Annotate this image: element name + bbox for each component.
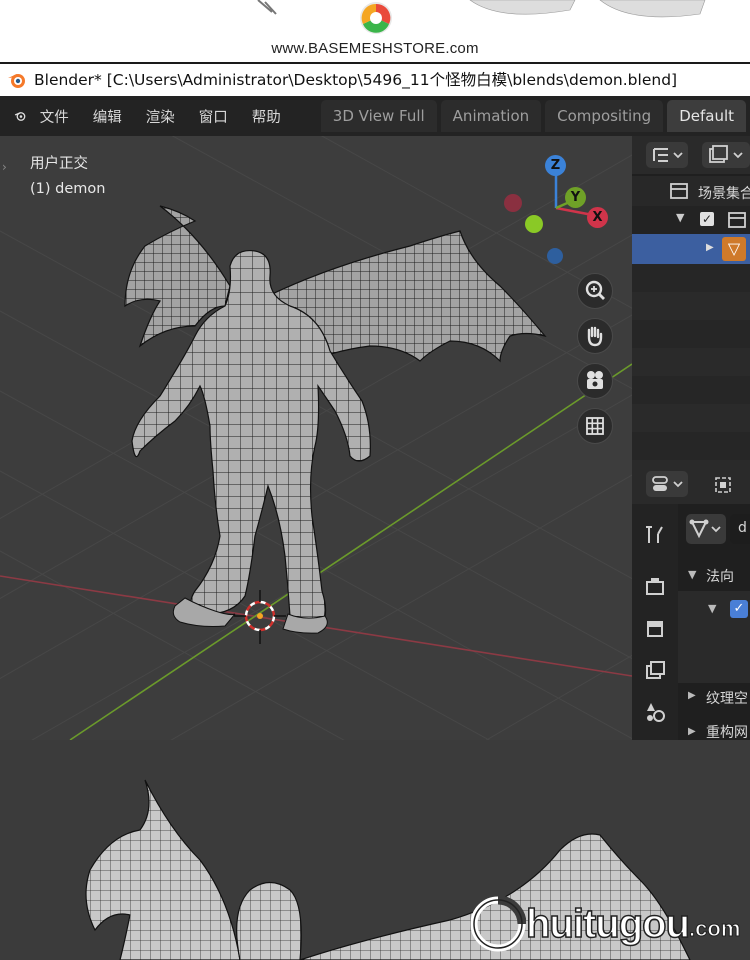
huitugou-logo-icon bbox=[470, 896, 526, 952]
site-url: www.BASEMESHSTORE.com bbox=[271, 40, 479, 57]
menu-render[interactable]: 渲染 bbox=[146, 106, 175, 127]
top-menubar: 文件 编辑 渲染 窗口 帮助 3D View Full Animation Co… bbox=[0, 96, 750, 136]
camera-icon bbox=[587, 371, 603, 389]
object-name-value: d bbox=[738, 520, 747, 536]
menu-edit[interactable]: 编辑 bbox=[93, 106, 122, 127]
collection-visible-checkbox[interactable]: ✓ bbox=[700, 212, 714, 226]
zoom-button[interactable] bbox=[577, 273, 613, 309]
navigation-gizmo bbox=[504, 170, 599, 264]
outliner-filter-button[interactable] bbox=[702, 142, 750, 168]
view-layer-tab-icon[interactable] bbox=[642, 658, 668, 684]
expand-arrow-icon[interactable]: ▼ bbox=[708, 602, 716, 615]
outliner-display-mode-button[interactable] bbox=[646, 142, 688, 168]
window-title: Blender* [C:\Users\Administrator\Desktop… bbox=[34, 71, 678, 89]
site-banner: www.BASEMESHSTORE.com bbox=[0, 0, 750, 62]
expand-arrow-icon[interactable]: ▶ bbox=[688, 726, 696, 737]
zoom-icon bbox=[585, 280, 605, 300]
toolbar-expand-arrow-icon[interactable]: › bbox=[2, 160, 7, 174]
expand-arrow-icon[interactable]: ▶ bbox=[706, 242, 714, 253]
tab-animation[interactable]: Animation bbox=[440, 100, 542, 132]
collection-icon bbox=[728, 212, 746, 228]
preview-render: huitugou .com bbox=[0, 740, 750, 960]
output-tab-icon[interactable] bbox=[642, 616, 668, 642]
grid-icon bbox=[586, 417, 604, 435]
texture-space-section-label[interactable]: 纹理空 bbox=[706, 688, 748, 708]
huitugou-watermark: huitugou .com bbox=[470, 894, 741, 954]
gizmo-z-axis[interactable]: Z bbox=[545, 155, 566, 176]
watermark-suffix: .com bbox=[689, 916, 741, 942]
mesh-object-icon: ▽ bbox=[722, 237, 746, 261]
image-stack-icon bbox=[709, 145, 743, 163]
menu-file[interactable]: 文件 bbox=[40, 106, 69, 127]
object-data-dropdown[interactable] bbox=[686, 514, 726, 544]
right-panel: 场景集合 ▼ ✓ ▶ ▽ d ▼ 法向 ▼ ✓ ▶ 纹理空 ▶ 重构网 bbox=[632, 136, 750, 740]
expand-arrow-icon[interactable]: ▶ bbox=[688, 690, 696, 701]
camera-view-button[interactable] bbox=[577, 363, 613, 399]
window-titlebar: Blender* [C:\Users\Administrator\Desktop… bbox=[0, 64, 750, 94]
menu-help[interactable]: 帮助 bbox=[252, 106, 281, 127]
scene-tab-icon[interactable] bbox=[642, 699, 668, 725]
frame-select-icon[interactable] bbox=[712, 474, 734, 496]
tab-default[interactable]: Default bbox=[667, 100, 746, 132]
render-tab-icon[interactable] bbox=[642, 574, 668, 600]
outliner-empty-area bbox=[632, 264, 750, 464]
blender-logo-icon[interactable] bbox=[14, 105, 26, 127]
properties-icon bbox=[652, 476, 683, 491]
tab-compositing[interactable]: Compositing bbox=[545, 100, 664, 132]
pan-button[interactable] bbox=[577, 318, 613, 354]
properties-editor-type-button[interactable] bbox=[646, 471, 688, 497]
expand-arrow-icon[interactable]: ▼ bbox=[688, 568, 696, 581]
3d-viewport[interactable]: 用户正交 (1) demon Z Y X › bbox=[0, 136, 632, 740]
normals-section-label[interactable]: 法向 bbox=[706, 566, 734, 586]
tab-3d-view-full[interactable]: 3D View Full bbox=[320, 100, 437, 132]
gizmo-y-axis[interactable]: Y bbox=[565, 187, 586, 208]
basemeshstore-logo-icon bbox=[360, 2, 392, 34]
outliner-list-icon bbox=[653, 148, 683, 162]
object-label: (1) demon bbox=[30, 181, 106, 197]
collection-icon bbox=[670, 183, 688, 199]
perspective-toggle-button[interactable] bbox=[577, 408, 613, 444]
auto-smooth-checkbox[interactable]: ✓ bbox=[730, 600, 748, 618]
hand-icon bbox=[587, 326, 603, 347]
viewport-canvas bbox=[0, 136, 632, 740]
blender-app-icon bbox=[8, 74, 25, 88]
tool-tab-icon[interactable] bbox=[642, 522, 668, 548]
view-name-label: 用户正交 bbox=[30, 156, 88, 172]
gizmo-x-axis[interactable]: X bbox=[587, 207, 608, 228]
watermark-brand: huitugou bbox=[525, 901, 691, 947]
menu-window[interactable]: 窗口 bbox=[199, 106, 228, 127]
remesh-section-label[interactable]: 重构网 bbox=[706, 722, 748, 740]
vertex-data-icon bbox=[689, 519, 721, 539]
expand-arrow-icon[interactable]: ▼ bbox=[676, 211, 684, 224]
scene-collection-label: 场景集合 bbox=[698, 186, 750, 202]
